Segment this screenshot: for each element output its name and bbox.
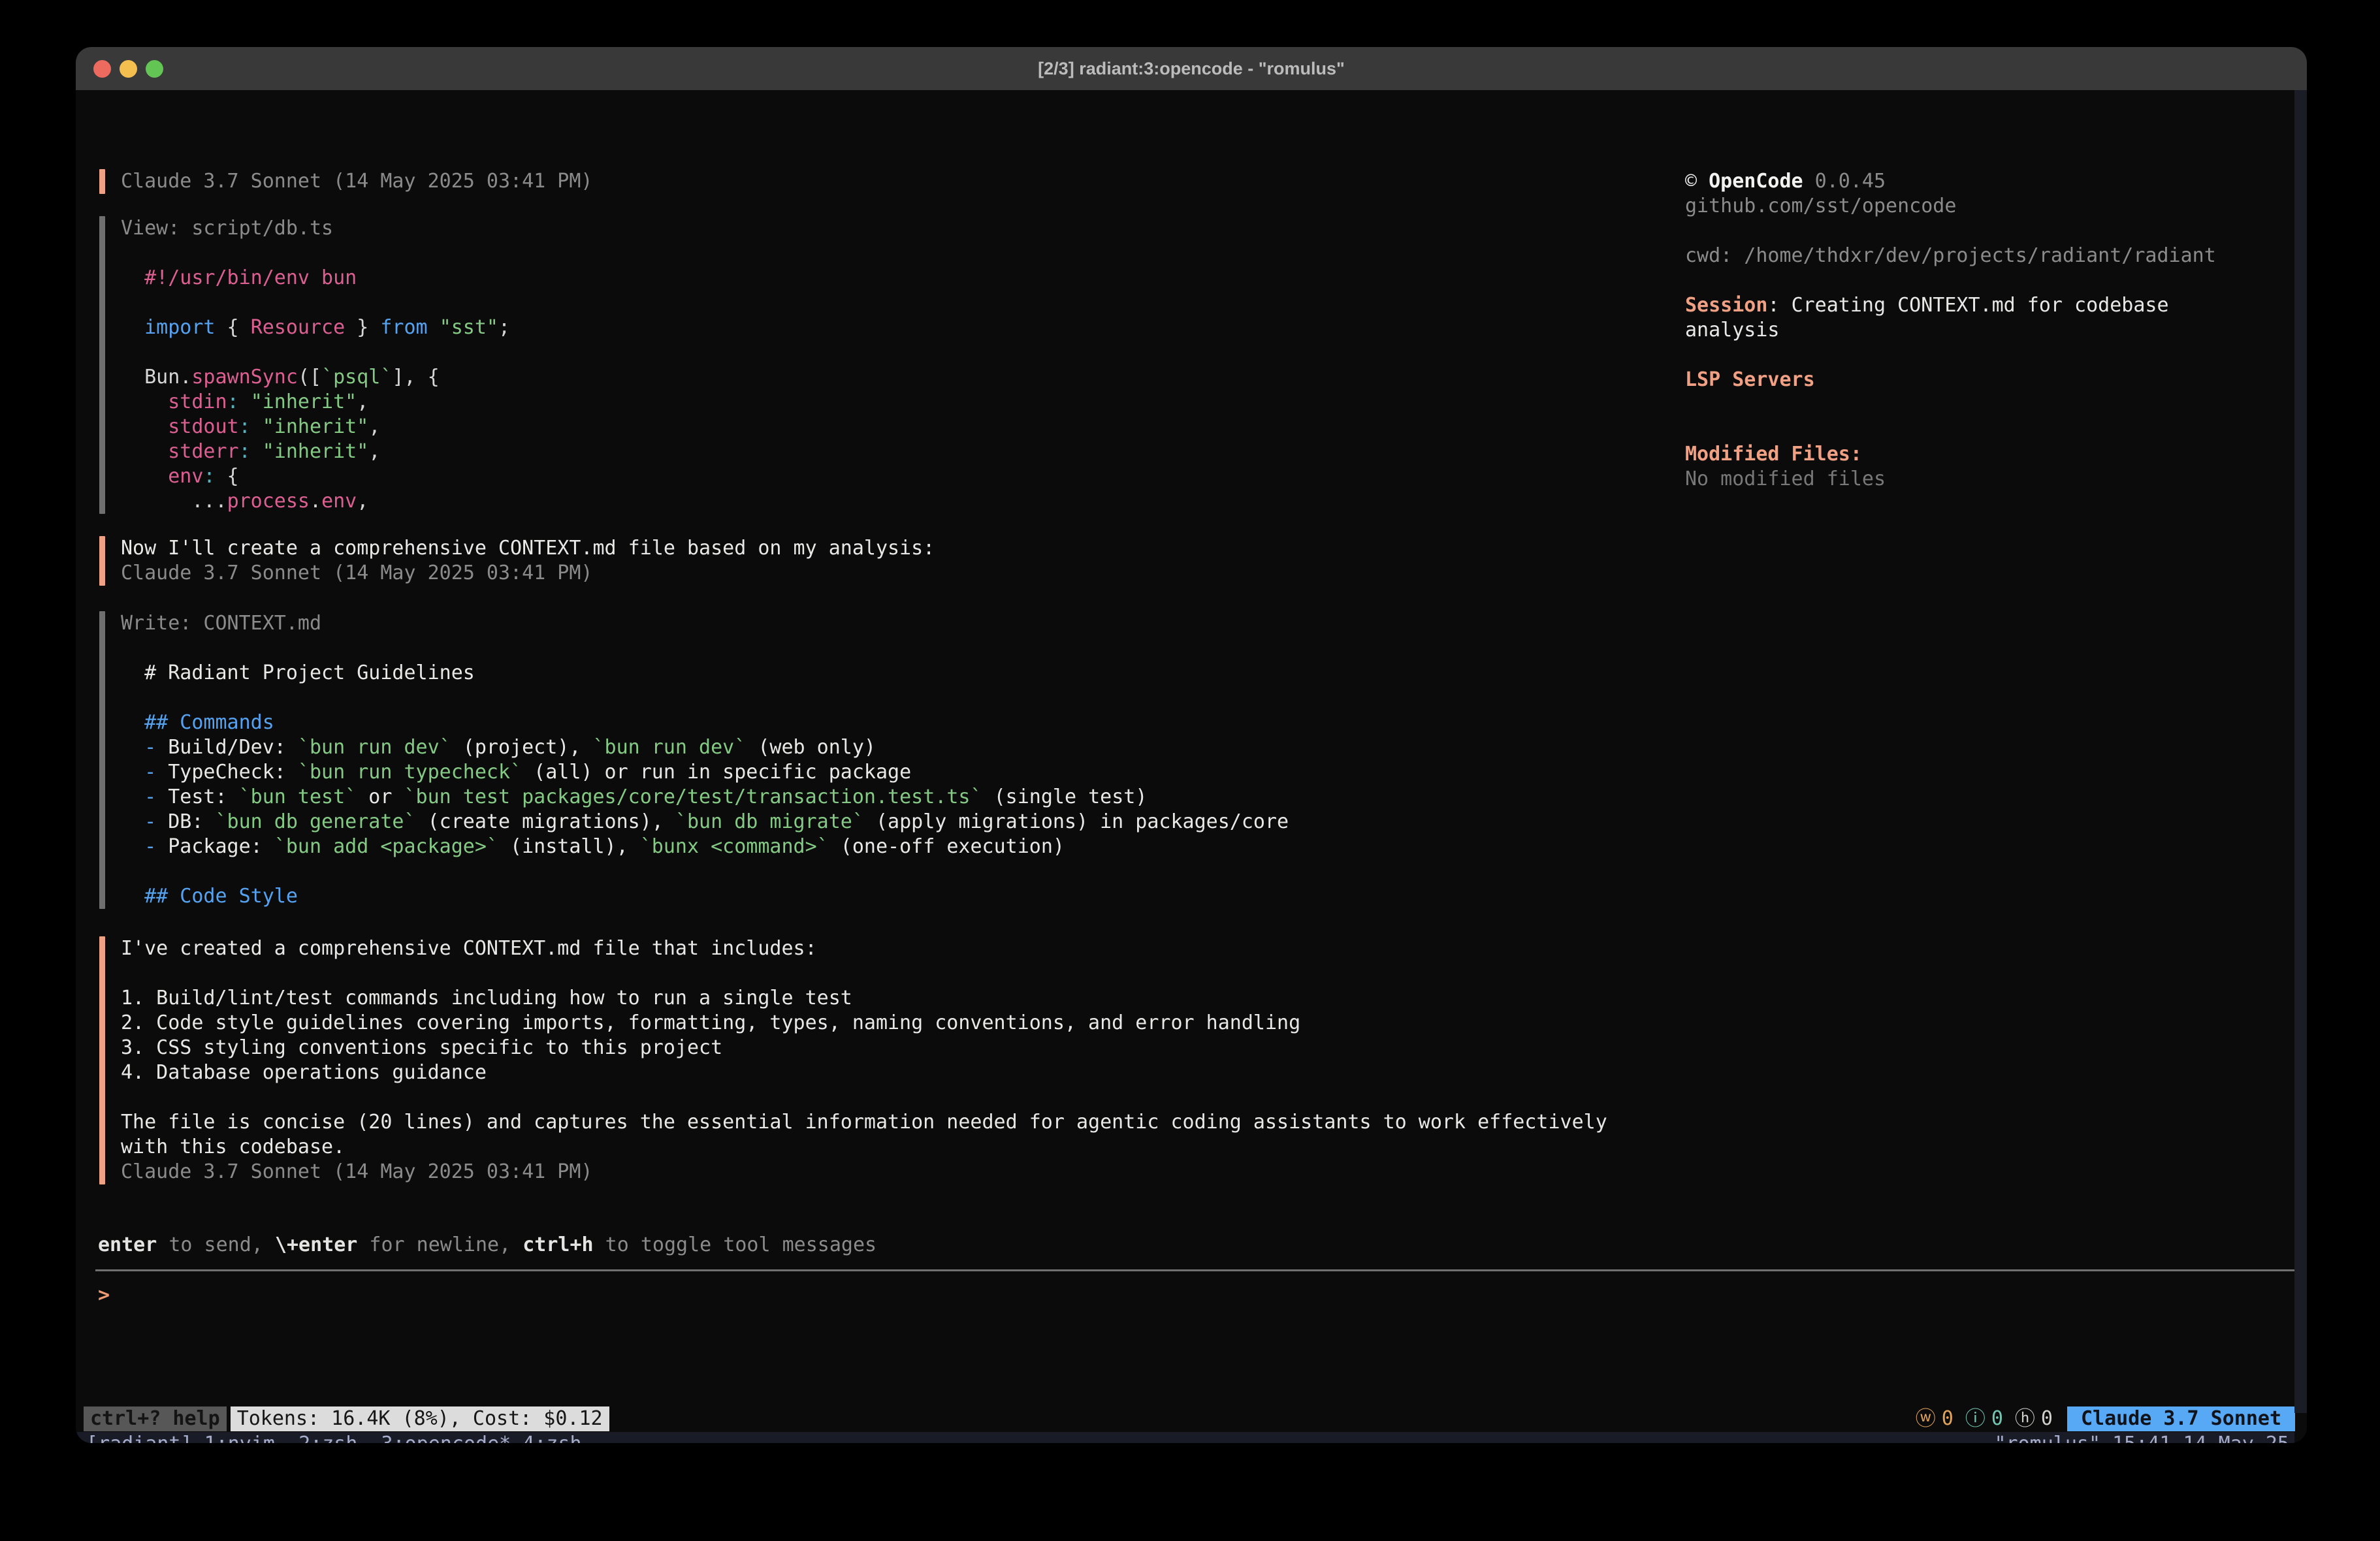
info-icon: ⓘ (1965, 1406, 1986, 1431)
message-body: Claude 3.7 Sonnet (14 May 2025 03:41 PM) (105, 169, 1636, 194)
diagnostics-counts: ⓦ0ⓘ0ⓗ0 (1904, 1406, 2053, 1431)
text-line: View: script/db.ts (121, 216, 1636, 241)
text-line: 2. Code style guidelines covering import… (121, 1011, 1627, 1036)
message-accent-bar (99, 536, 105, 586)
text-line: Modified Files: (1685, 442, 2260, 467)
hint-icon: ⓗ (2015, 1406, 2035, 1431)
tool-accent-bar (99, 611, 105, 909)
text-line: Write: CONTEXT.md (121, 611, 1636, 636)
close-button[interactable] (93, 60, 111, 78)
text-line (121, 1085, 1627, 1110)
text-line (121, 340, 1636, 365)
chat-log: Claude 3.7 Sonnet (14 May 2025 03:41 PM)… (99, 169, 1680, 1184)
info-value: 0 (1991, 1406, 2003, 1431)
help-chip[interactable]: ctrl+? help (84, 1406, 227, 1431)
text-line: - TypeCheck: `bun run typecheck` (all) o… (121, 760, 1636, 785)
text-line: 3. CSS styling conventions specific to t… (121, 1036, 1627, 1060)
text-line: LSP Servers (1685, 368, 2260, 392)
status-bar: ctrl+? help Tokens: 16.4K (8%), Cost: $0… (76, 1406, 2295, 1431)
prompt-symbol: > (98, 1284, 110, 1307)
text-line: import { Resource } from "sst"; (121, 315, 1636, 340)
warning-value: 0 (1942, 1406, 1954, 1431)
text-line: © OpenCode 0.0.45 (1685, 169, 2260, 194)
tokens-cost-chip: Tokens: 16.4K (8%), Cost: $0.12 (231, 1406, 609, 1431)
text-line (121, 636, 1636, 661)
tool-body: View: script/db.ts #!/usr/bin/env bun im… (105, 216, 1636, 514)
text-line (121, 291, 1636, 315)
text-line: Claude 3.7 Sonnet (14 May 2025 03:41 PM) (121, 561, 1636, 586)
text-line: No modified files (1685, 467, 2260, 492)
tool-body: Write: CONTEXT.md # Radiant Project Guid… (105, 611, 1636, 909)
text-line (1685, 268, 2260, 293)
text-line: The file is concise (20 lines) and captu… (121, 1110, 1627, 1160)
text-line (1685, 219, 2260, 244)
keybind-hints: enter to send, \+enter for newline, ctrl… (98, 1233, 876, 1258)
prompt-input[interactable]: > (98, 1283, 2292, 1308)
text-line (1685, 392, 2260, 417)
info-count: ⓘ0 (1965, 1406, 2003, 1431)
terminal-window: [2/3] radiant:3:opencode - "romulus" Cla… (76, 47, 2307, 1443)
session-sidebar: © OpenCode 0.0.45github.com/sst/opencode… (1685, 169, 2273, 492)
text-line: env: { (121, 464, 1636, 489)
tool-block-view-db-ts: View: script/db.ts #!/usr/bin/env bun im… (99, 216, 1680, 514)
text-line: enter to send, \+enter for newline, ctrl… (98, 1233, 876, 1258)
text-line: cwd: /home/thdxr/dev/projects/radiant/ra… (1685, 244, 2260, 268)
text-line: Claude 3.7 Sonnet (14 May 2025 03:41 PM) (121, 169, 1636, 194)
input-separator (95, 1269, 2295, 1271)
hint-count: ⓗ0 (2015, 1406, 2053, 1431)
text-line: Claude 3.7 Sonnet (14 May 2025 03:41 PM) (121, 1160, 1627, 1184)
text-line: Bun.spawnSync([`psql`], { (121, 365, 1636, 390)
warning-count: ⓦ0 (1916, 1406, 1954, 1431)
text-line (121, 686, 1636, 710)
text-line: Now I'll create a comprehensive CONTEXT.… (121, 536, 1636, 561)
message-accent-bar (99, 936, 105, 1184)
text-line: I've created a comprehensive CONTEXT.md … (121, 936, 1627, 961)
scrollbar-track[interactable] (2294, 90, 2307, 1413)
message-body: I've created a comprehensive CONTEXT.md … (105, 936, 1627, 1184)
model-chip[interactable]: Claude 3.7 Sonnet (2067, 1406, 2295, 1431)
tmux-host-clock: "romulus" 15:41 14-May-25 (1994, 1432, 2289, 1444)
status-right: ⓦ0ⓘ0ⓗ0 Claude 3.7 Sonnet (1904, 1406, 2295, 1431)
text-line (121, 241, 1636, 266)
text-line (121, 859, 1636, 884)
message-block-assistant-summary: I've created a comprehensive CONTEXT.md … (99, 936, 1680, 1184)
tool-accent-bar (99, 216, 105, 514)
titlebar: [2/3] radiant:3:opencode - "romulus" (76, 47, 2307, 90)
text-line: stdout: "inherit", (121, 415, 1636, 439)
text-line: Session: Creating CONTEXT.md for codebas… (1685, 293, 2260, 343)
message-accent-bar (99, 169, 105, 194)
message-block-assistant-header: Claude 3.7 Sonnet (14 May 2025 03:41 PM) (99, 169, 1680, 194)
text-line: ...process.env, (121, 489, 1636, 514)
text-line: #!/usr/bin/env bun (121, 266, 1636, 291)
text-line: # Radiant Project Guidelines (121, 661, 1636, 686)
tmux-window-list[interactable]: [radiant] 1:nvim 2:zsh- 3:opencode* 4:zs… (86, 1432, 582, 1444)
text-line: stderr: "inherit", (121, 439, 1636, 464)
text-line: stdin: "inherit", (121, 390, 1636, 415)
text-line: 1. Build/lint/test commands including ho… (121, 986, 1627, 1011)
message-block-assistant-note: Now I'll create a comprehensive CONTEXT.… (99, 536, 1680, 586)
tmux-status-bar: [radiant] 1:nvim 2:zsh- 3:opencode* 4:zs… (76, 1432, 2294, 1443)
text-line: - Test: `bun test` or `bun test packages… (121, 785, 1636, 810)
minimize-button[interactable] (120, 60, 137, 78)
zoom-button[interactable] (146, 60, 163, 78)
hint-value: 0 (2041, 1406, 2053, 1431)
traffic-lights (93, 47, 163, 90)
text-line: 4. Database operations guidance (121, 1060, 1627, 1085)
text-line: github.com/sst/opencode (1685, 194, 2260, 219)
text-line: - Build/Dev: `bun run dev` (project), `b… (121, 735, 1636, 760)
text-line: - Package: `bun add <package>` (install)… (121, 834, 1636, 859)
text-line: ## Code Style (121, 884, 1636, 909)
tool-block-write-context-md: Write: CONTEXT.md # Radiant Project Guid… (99, 611, 1680, 909)
text-line: - DB: `bun db generate` (create migratio… (121, 810, 1636, 834)
window-title: [2/3] radiant:3:opencode - "romulus" (1038, 56, 1345, 81)
text-line (121, 961, 1627, 986)
terminal-content: Claude 3.7 Sonnet (14 May 2025 03:41 PM)… (76, 90, 2307, 1443)
warning-icon: ⓦ (1916, 1406, 1936, 1431)
message-body: Now I'll create a comprehensive CONTEXT.… (105, 536, 1636, 586)
text-line: ## Commands (121, 710, 1636, 735)
text-line (1685, 343, 2260, 368)
text-line (1685, 417, 2260, 442)
